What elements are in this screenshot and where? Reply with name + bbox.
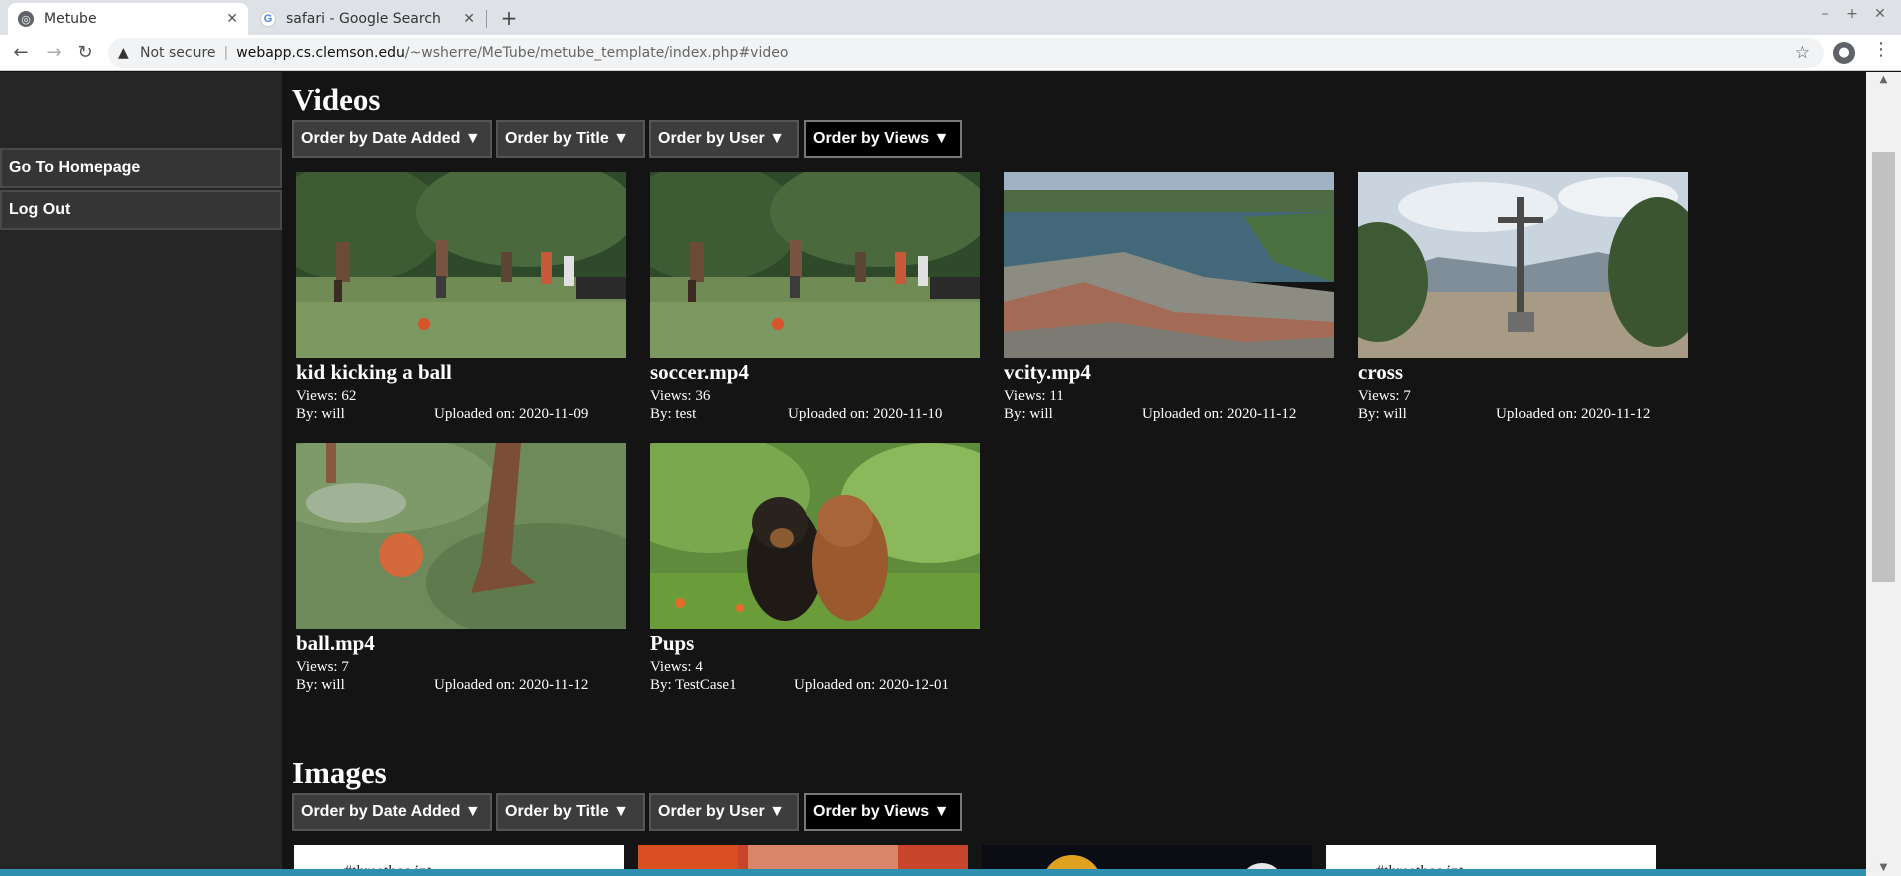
video-thumbnail[interactable] [1004,172,1334,358]
video-card[interactable]: Pups Views: 4 By: TestCase1 Uploaded on:… [650,443,980,708]
forward-arrow-icon[interactable]: → [40,39,68,67]
url-path[interactable]: /~wsherre/MeTube/metube_template/index.p… [405,45,789,61]
video-card[interactable]: vcity.mp4 Views: 11 By: will Uploaded on… [1004,172,1334,437]
video-upload-date: Uploaded on: 2020-12-01 [794,677,949,693]
video-views: Views: 62 [296,388,357,404]
close-icon[interactable]: ✕ [226,11,238,27]
tab-metube[interactable]: ◎ Metube ✕ [8,3,248,35]
video-title[interactable]: cross [1358,360,1403,385]
scroll-down-arrow-icon[interactable]: ▼ [1866,862,1901,873]
close-icon[interactable]: ✕ [463,11,475,27]
page-scrollbar[interactable]: ▲ ▼ [1866,72,1901,876]
image-sort-user-button[interactable]: Order by User ▼ [649,793,799,831]
warning-triangle-icon[interactable]: ▲ [118,45,136,61]
video-sort-views-button[interactable]: Order by Views ▼ [804,120,962,158]
video-views: Views: 7 [296,659,349,675]
tab-title: Metube [44,11,97,27]
images-heading: Images [292,755,387,790]
video-uploader: By: will [296,677,345,693]
security-label[interactable]: Not secure [140,45,216,61]
video-uploader: By: will [296,406,345,422]
image-sort-date-button[interactable]: Order by Date Added ▼ [292,793,492,831]
globe-icon: ◎ [18,11,34,27]
video-thumbnail[interactable] [650,172,980,358]
main-content: Videos Order by Date Added ▼ Order by Ti… [282,72,1866,876]
video-upload-date: Uploaded on: 2020-11-12 [1142,406,1297,422]
sidebar: Go To Homepage Log Out [0,72,282,876]
browser-tab-strip: ◎ Metube ✕ G safari - Google Search ✕ + … [0,0,1901,35]
profile-avatar-icon[interactable]: ● [1833,42,1855,64]
reload-icon[interactable]: ↻ [71,39,99,67]
video-card[interactable]: kid kicking a ball Views: 62 By: will Up… [296,172,626,437]
video-sort-user-button[interactable]: Order by User ▼ [649,120,799,158]
video-title[interactable]: Pups [650,631,694,656]
video-title[interactable]: ball.mp4 [296,631,375,656]
minimize-icon[interactable]: – [1813,6,1837,22]
video-card[interactable]: ball.mp4 Views: 7 By: will Uploaded on: … [296,443,626,708]
video-views: Views: 4 [650,659,703,675]
new-tab-button[interactable]: + [496,5,522,31]
close-window-icon[interactable]: ✕ [1868,6,1892,22]
google-icon: G [260,11,276,27]
image-sort-title-button[interactable]: Order by Title ▼ [496,793,645,831]
video-sort-title-button[interactable]: Order by Title ▼ [496,120,645,158]
video-uploader: By: will [1004,406,1053,422]
scrollbar-thumb[interactable] [1872,152,1895,582]
tab-title: safari - Google Search [286,11,441,27]
video-thumbnail[interactable] [296,172,626,358]
video-card[interactable]: soccer.mp4 Views: 36 By: test Uploaded o… [650,172,980,437]
video-card[interactable]: cross Views: 7 By: will Uploaded on: 202… [1358,172,1688,437]
maximize-icon[interactable]: + [1840,6,1864,22]
video-views: Views: 36 [650,388,711,404]
menu-kebab-icon[interactable]: ⋮ [1872,39,1890,60]
video-upload-date: Uploaded on: 2020-11-12 [434,677,589,693]
log-out-button[interactable]: Log Out [0,190,282,230]
omnibox-divider: | [223,45,229,61]
video-uploader: By: TestCase1 [650,677,737,693]
go-to-homepage-button[interactable]: Go To Homepage [0,148,282,188]
address-bar[interactable]: ▲ Not secure | webapp.cs.clemson.edu/~ws… [108,38,1824,68]
videos-heading: Videos [292,82,381,117]
video-thumbnail[interactable] [650,443,980,629]
video-sort-date-button[interactable]: Order by Date Added ▼ [292,120,492,158]
tab-divider [486,10,487,28]
browser-toolbar: ← → ↻ ▲ Not secure | webapp.cs.clemson.e… [0,35,1901,71]
scroll-up-arrow-icon[interactable]: ▲ [1866,74,1901,85]
video-upload-date: Uploaded on: 2020-11-12 [1496,406,1651,422]
bottom-accent-strip [0,869,1866,876]
tab-google-search[interactable]: G safari - Google Search ✕ [250,3,485,35]
video-uploader: By: test [650,406,697,422]
video-uploader: By: will [1358,406,1407,422]
video-views: Views: 7 [1358,388,1411,404]
back-arrow-icon[interactable]: ← [7,39,35,67]
video-title[interactable]: soccer.mp4 [650,360,749,385]
video-upload-date: Uploaded on: 2020-11-09 [434,406,589,422]
video-thumbnail[interactable] [1358,172,1688,358]
video-title[interactable]: kid kicking a ball [296,360,452,385]
image-sort-views-button[interactable]: Order by Views ▼ [804,793,962,831]
video-title[interactable]: vcity.mp4 [1004,360,1091,385]
video-thumbnail[interactable] [296,443,626,629]
video-views: Views: 11 [1004,388,1064,404]
video-upload-date: Uploaded on: 2020-11-10 [788,406,943,422]
url-host[interactable]: webapp.cs.clemson.edu [236,45,405,61]
bookmark-star-icon[interactable]: ☆ [1795,43,1810,63]
